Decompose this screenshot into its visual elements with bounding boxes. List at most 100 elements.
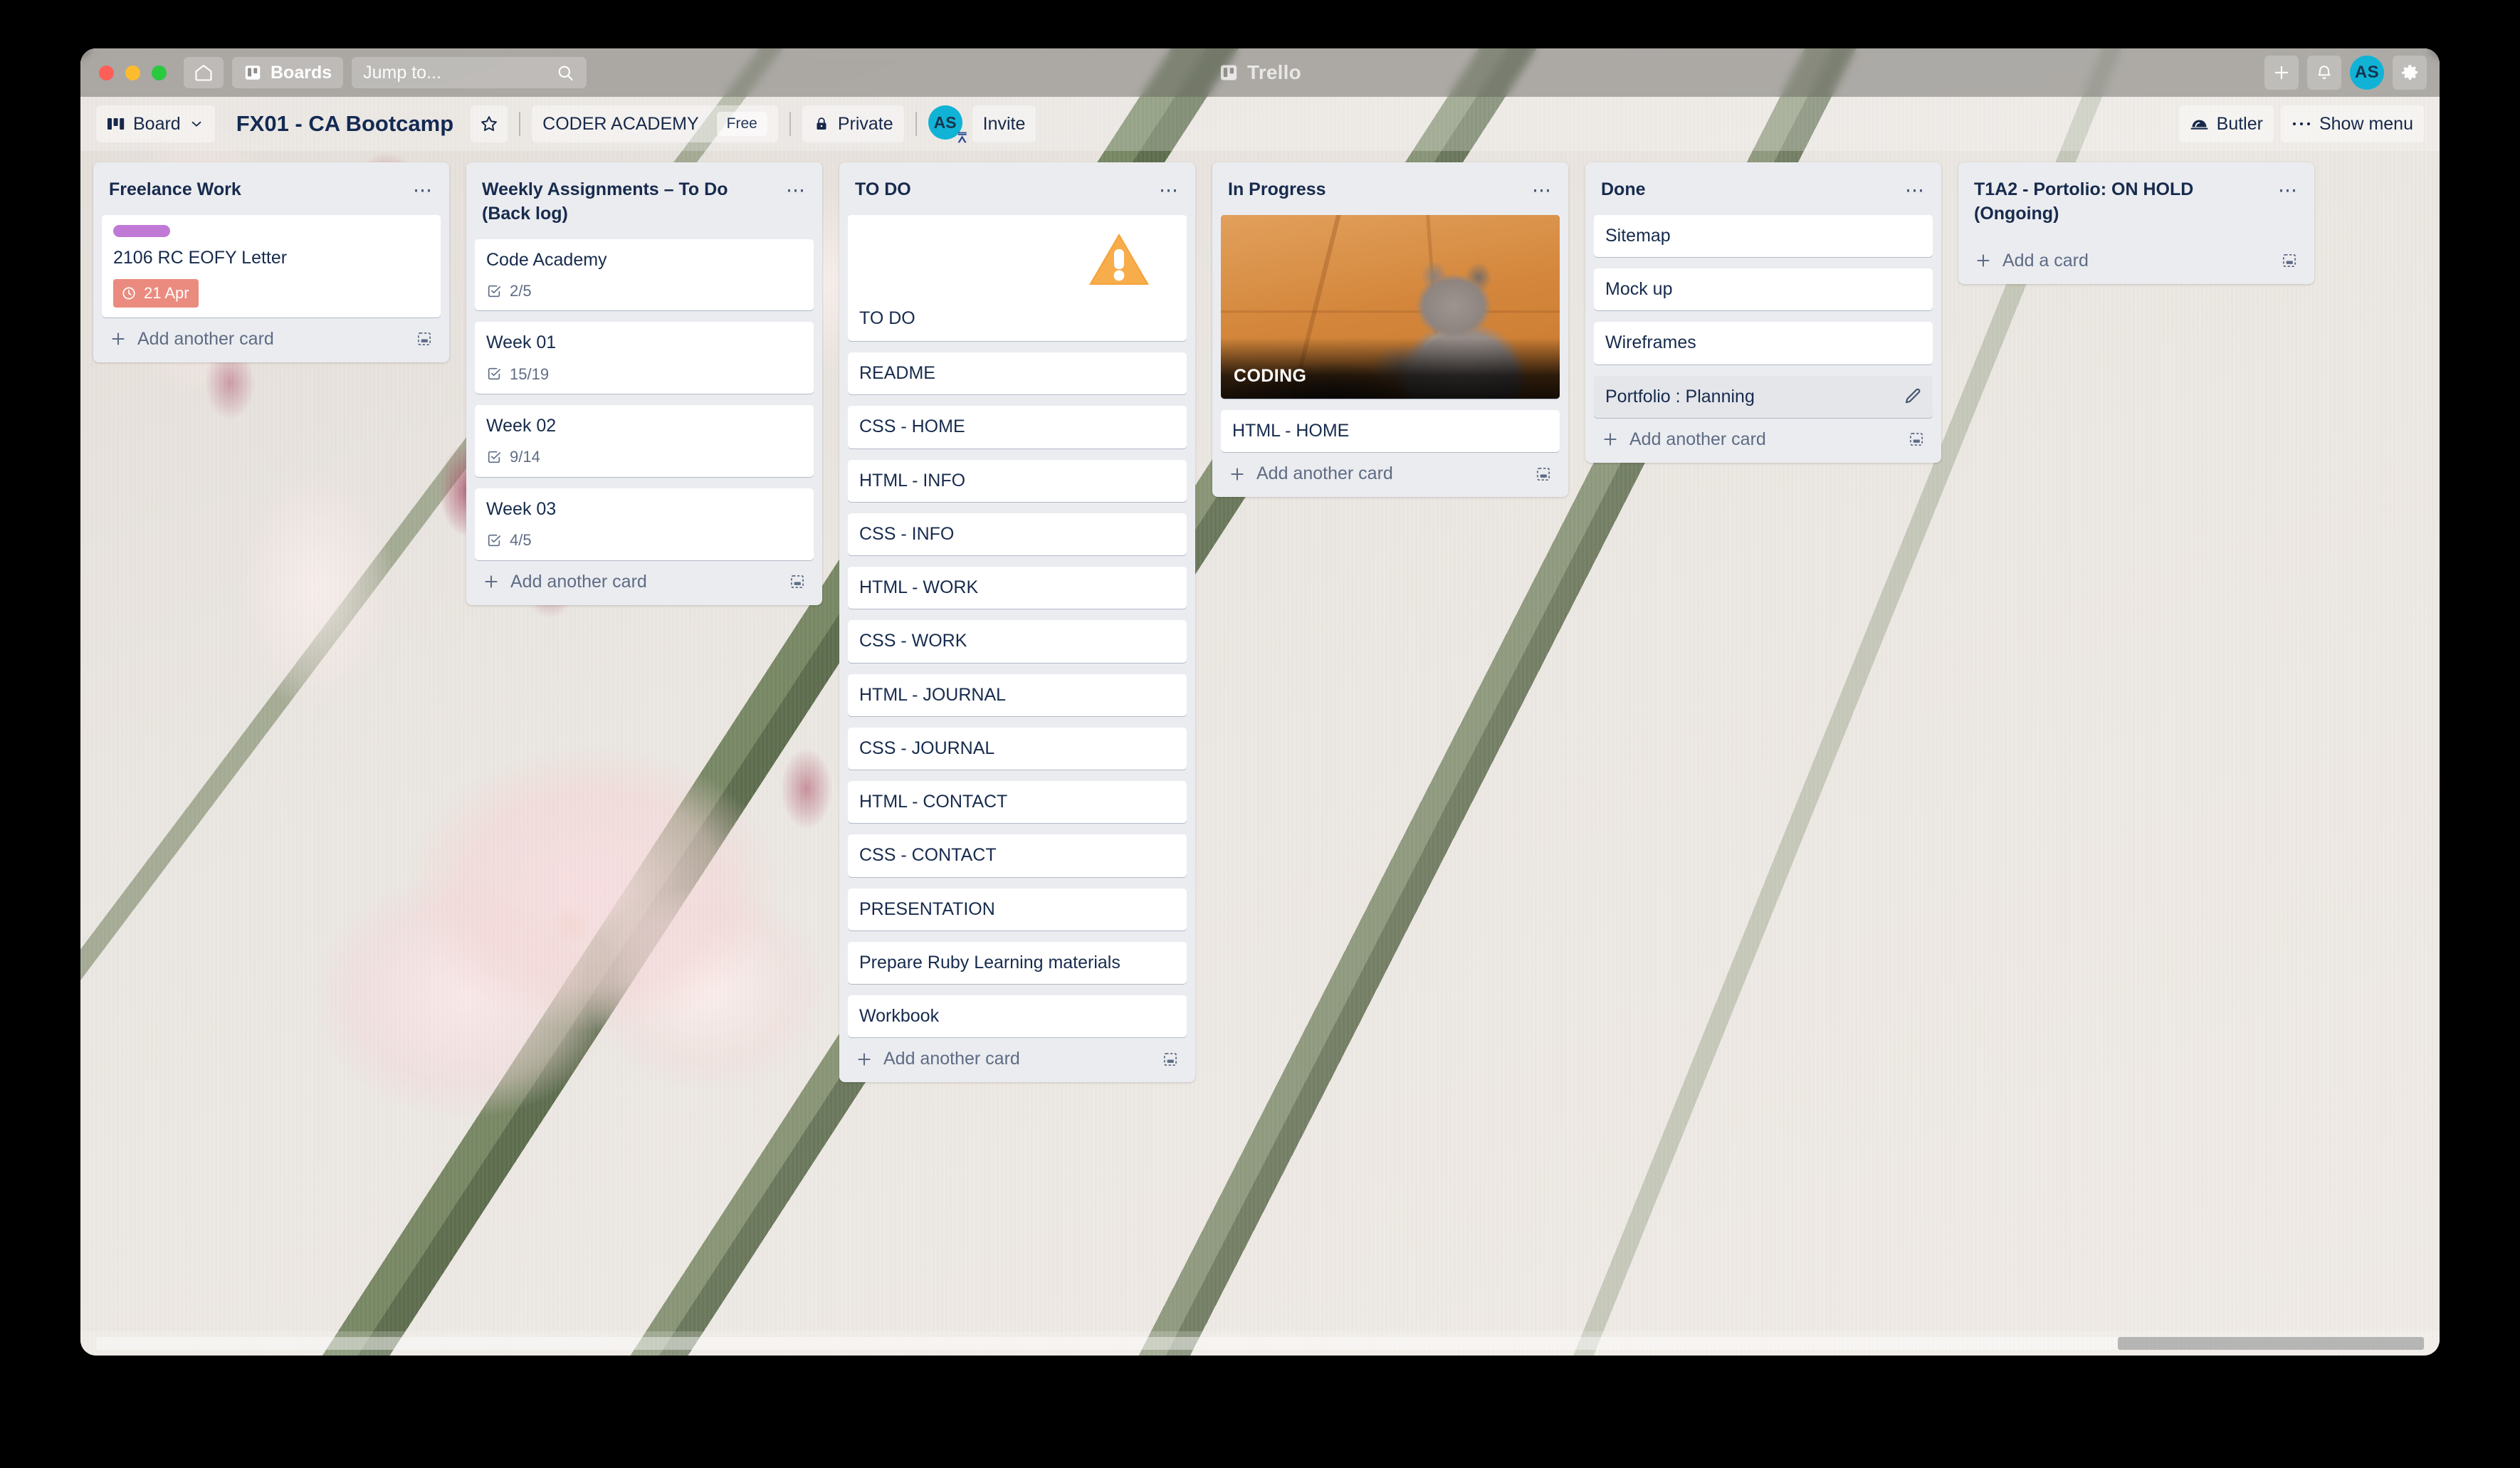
page-title[interactable]: FX01 - CA Bootcamp [222,111,463,137]
card[interactable]: PRESENTATION [848,888,1187,930]
add-card-row[interactable]: Add another card [848,1037,1187,1076]
minimize-window-button[interactable] [125,65,140,80]
list-t1a2-portfolio-on-hold[interactable]: T1A2 - Portolio: ON HOLD (Ongoing) ⋯ Add… [1958,162,2314,284]
show-menu-button[interactable]: Show menu [2281,105,2424,142]
card[interactable]: TO DO [848,215,1187,341]
card[interactable]: HTML - INFO [848,460,1187,502]
list-menu-button[interactable]: ⋯ [786,178,807,200]
list-title[interactable]: Weekly Assignments – To Do (Back log) [482,178,779,226]
close-window-button[interactable] [99,65,114,80]
clock-icon [121,285,137,301]
zoom-window-button[interactable] [152,65,167,80]
list-title[interactable]: TO DO [855,178,911,202]
card[interactable]: HTML - WORK [848,567,1187,609]
card-template-icon[interactable] [1534,465,1553,483]
plus-icon [855,1050,873,1069]
list-title[interactable]: Freelance Work [109,178,241,202]
card[interactable]: 2106 RC EOFY Letter 21 Apr [102,215,441,318]
card-title: PRESENTATION [859,899,995,919]
card[interactable]: Week 01 15/19 [475,322,814,394]
card-list: Code Academy 2/5 Week 01 [475,239,814,560]
card[interactable]: README [848,352,1187,394]
list-done[interactable]: Done ⋯ Sitemap Mock up Wireframes Portfo… [1585,162,1941,463]
board-view-switcher[interactable]: Board [96,105,215,142]
card-title: Portfolio : Planning [1605,387,1755,407]
card-list: CODING HTML - HOME [1221,215,1560,452]
due-date-badge[interactable]: 21 Apr [113,279,199,308]
card[interactable]: Prepare Ruby Learning materials [848,942,1187,984]
list-in-progress[interactable]: In Progress ⋯ CODING HTML - HOME Add ano… [1212,162,1568,497]
card[interactable]: Code Academy 2/5 [475,239,814,311]
add-card-row[interactable]: Add a card [1967,239,2306,278]
scrollbar-thumb[interactable] [2118,1337,2424,1350]
list-menu-button[interactable]: ⋯ [1905,178,1926,200]
card[interactable]: Sitemap [1594,215,1933,257]
list-title[interactable]: T1A2 - Portolio: ON HOLD (Ongoing) [1974,178,2271,226]
card-template-icon[interactable] [415,330,434,348]
list-freelance-work[interactable]: Freelance Work ⋯ 2106 RC EOFY Letter [93,162,449,362]
card[interactable]: HTML - CONTACT [848,781,1187,823]
add-card-row[interactable]: Add another card [475,560,814,599]
card[interactable]: Workbook [848,995,1187,1037]
search-input[interactable]: Jump to... [352,57,587,88]
card-template-icon[interactable] [2280,251,2299,270]
boards-icon [243,63,262,82]
horizontal-scrollbar[interactable] [80,1331,2440,1356]
card[interactable]: CSS - JOURNAL [848,728,1187,770]
checklist-count: 15/19 [510,365,549,384]
add-card-label: Add another card [883,1049,1020,1069]
card-template-icon[interactable] [1161,1050,1180,1069]
card-list: 2106 RC EOFY Letter 21 Apr [102,215,441,318]
card[interactable]: Mock up [1594,268,1933,310]
card[interactable]: HTML - HOME [1221,410,1560,452]
card-title: Mock up [1605,279,1672,299]
card[interactable]: Wireframes [1594,322,1933,364]
card[interactable]: Portfolio : Planning [1594,376,1933,418]
card[interactable]: HTML - JOURNAL [848,674,1187,716]
card[interactable]: CSS - HOME [848,406,1187,448]
card-label[interactable] [113,225,170,237]
list-menu-button[interactable]: ⋯ [413,178,434,200]
home-button[interactable] [184,57,224,88]
card[interactable]: CSS - CONTACT [848,834,1187,876]
card-title: Week 01 [486,332,802,354]
invite-button[interactable]: Invite [972,105,1036,142]
butler-button[interactable]: Butler [2179,105,2274,142]
list-menu-button[interactable]: ⋯ [1159,178,1180,200]
add-button[interactable] [2264,56,2299,90]
workspace-button[interactable]: CODER ACADEMY Free [532,105,778,142]
card[interactable]: CSS - INFO [848,513,1187,555]
boards-button[interactable]: Boards [232,57,343,88]
list-to-do[interactable]: TO DO ⋯ [839,162,1195,1082]
checklist-badge: 2/5 [486,281,532,301]
visibility-button[interactable]: Private [802,105,904,142]
card-title: CSS - HOME [859,416,965,436]
scrollbar-track[interactable] [96,1337,2424,1350]
trello-logo-icon [1219,63,1239,83]
list-title[interactable]: Done [1601,178,1646,202]
card-template-icon[interactable] [1907,430,1926,449]
lock-icon [813,115,830,132]
add-card-row[interactable]: Add another card [1594,418,1933,457]
invite-label: Invite [983,114,1026,135]
board-lists-container[interactable]: Freelance Work ⋯ 2106 RC EOFY Letter [80,151,2440,1331]
list-title[interactable]: In Progress [1228,178,1326,202]
add-card-row[interactable]: Add another card [102,318,441,357]
add-card-row[interactable]: Add another card [1221,452,1560,491]
star-board-button[interactable] [471,105,508,142]
card-template-icon[interactable] [788,572,807,591]
list-menu-button[interactable]: ⋯ [2278,178,2299,200]
list-header: Freelance Work ⋯ [102,169,441,215]
list-menu-button[interactable]: ⋯ [1532,178,1553,200]
board-member-avatar[interactable]: AS ⩞ [928,105,965,142]
avatar[interactable]: AS [2350,56,2384,90]
card[interactable]: Week 02 9/14 [475,405,814,477]
card[interactable]: CSS - WORK [848,620,1187,662]
list-weekly-assignments[interactable]: Weekly Assignments – To Do (Back log) ⋯ … [466,162,822,605]
card[interactable]: Week 03 4/5 [475,488,814,560]
card[interactable]: CODING [1221,215,1560,399]
notifications-button[interactable] [2307,56,2341,90]
list-header: Done ⋯ [1594,169,1933,215]
settings-button[interactable] [2393,56,2427,90]
pencil-icon[interactable] [1903,387,1923,407]
